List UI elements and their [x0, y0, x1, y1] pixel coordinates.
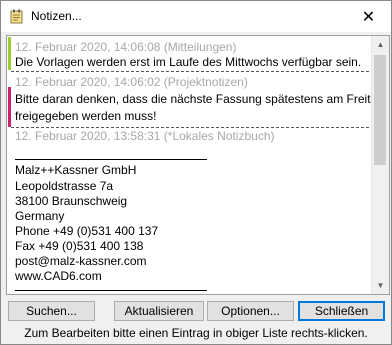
card-rule-top — [15, 159, 207, 160]
entry-text: Bitte daran denken, dass die nächste Fas… — [15, 92, 384, 106]
entry-separator — [11, 71, 369, 72]
entry-color-bar — [8, 87, 11, 127]
scroll-down-arrow-icon[interactable]: ▼ — [372, 277, 389, 294]
card-rule-bottom — [15, 290, 207, 291]
vertical-scrollbar[interactable]: ▲ ▼ — [371, 36, 389, 294]
business-card-note: Malz++Kassner GmbH Leopoldstrasse 7a 381… — [15, 159, 207, 293]
entry-text: freigegeben werden muss! — [15, 109, 157, 123]
card-line: Leopoldstrasse 7a — [15, 179, 114, 193]
entry-text: Die Vorlagen werden erst im Laufe des Mi… — [15, 55, 362, 69]
scroll-up-arrow-icon[interactable]: ▲ — [372, 36, 389, 53]
close-button[interactable]: Schließen — [298, 301, 385, 321]
button-row: Suchen... Aktualisieren Optionen... Schl… — [1, 301, 391, 325]
card-line: Malz++Kassner GmbH — [15, 163, 137, 177]
notes-window: Notizen... ✕ 12. Februar 2020, 14:06:08 … — [0, 0, 392, 345]
card-line: Phone +49 (0)531 400 137 — [15, 224, 159, 238]
list-item[interactable]: 12. Februar 2020, 14:06:02 (Projektnotiz… — [7, 73, 384, 128]
refresh-button[interactable]: Aktualisieren — [114, 301, 204, 321]
title-bar: Notizen... ✕ — [1, 1, 391, 32]
search-button[interactable]: Suchen... — [8, 301, 95, 321]
entry-meta: 12. Februar 2020, 13:58:31 (*Lokales Not… — [15, 129, 275, 143]
hint-text: Zum Bearbeiten bitte einen Eintrag in ob… — [24, 326, 368, 340]
card-line: 38100 Braunschweig — [15, 194, 128, 208]
notes-list[interactable]: 12. Februar 2020, 14:06:08 (Mitteilungen… — [6, 35, 390, 295]
entry-meta: 12. Februar 2020, 14:06:02 (Projektnotiz… — [15, 75, 248, 89]
entry-color-bar — [8, 37, 11, 70]
entry-meta: 12. Februar 2020, 14:06:08 (Mitteilungen… — [15, 40, 237, 54]
options-button[interactable]: Optionen... — [207, 301, 294, 321]
card-line: Germany — [15, 209, 65, 223]
close-icon[interactable]: ✕ — [346, 1, 391, 32]
list-item[interactable]: 12. Februar 2020, 14:06:08 (Mitteilungen… — [7, 36, 371, 73]
card-line: Fax +49 (0)531 400 138 — [15, 239, 144, 253]
card-line: post@malz-kassner.com — [15, 254, 147, 268]
card-line: www.CAD6.com — [15, 269, 102, 283]
window-title: Notizen... — [31, 9, 82, 23]
scrollbar-thumb[interactable] — [374, 55, 386, 165]
notepad-icon — [10, 9, 23, 24]
